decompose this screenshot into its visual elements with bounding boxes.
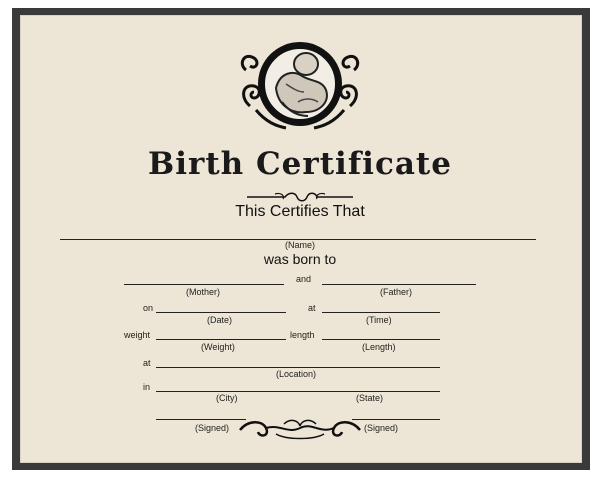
mother-caption: (Mother) <box>186 287 221 297</box>
in-word: in <box>143 382 151 392</box>
name-caption: (Name) <box>284 240 315 250</box>
date-line <box>156 312 286 313</box>
location-caption: (Location) <box>276 369 317 379</box>
signature-line-right <box>352 419 440 420</box>
length-word: length <box>290 330 315 340</box>
cherub-medallion-icon <box>240 42 360 130</box>
title-flourish-icon <box>247 192 353 202</box>
bottom-flourish-icon <box>239 419 361 440</box>
time-line <box>322 312 440 313</box>
location-line <box>156 367 440 368</box>
signature-line-left <box>156 419 246 420</box>
date-caption: (Date) <box>207 315 233 325</box>
father-line <box>322 284 476 285</box>
at-location-word: at <box>143 358 151 368</box>
signed-caption-left: (Signed) <box>195 423 230 433</box>
born-to-text: was born to <box>263 251 337 267</box>
certificate-title: Birth Certificate <box>148 146 452 182</box>
father-caption: (Father) <box>380 287 413 297</box>
certificate-subtitle: This Certifies That <box>235 203 365 220</box>
length-caption: (Length) <box>362 342 396 352</box>
state-caption: (State) <box>356 393 384 403</box>
at-word: at <box>308 303 316 313</box>
city-caption: (City) <box>216 393 238 403</box>
on-word: on <box>143 303 154 313</box>
weight-word: weight <box>124 330 151 340</box>
time-caption: (Time) <box>366 315 392 325</box>
weight-caption: (Weight) <box>201 342 235 352</box>
weight-line <box>156 339 286 340</box>
length-line <box>322 339 440 340</box>
signed-caption-right: (Signed) <box>364 423 399 433</box>
mother-line <box>124 284 284 285</box>
and-word: and <box>296 274 312 284</box>
city-state-line <box>156 391 440 392</box>
